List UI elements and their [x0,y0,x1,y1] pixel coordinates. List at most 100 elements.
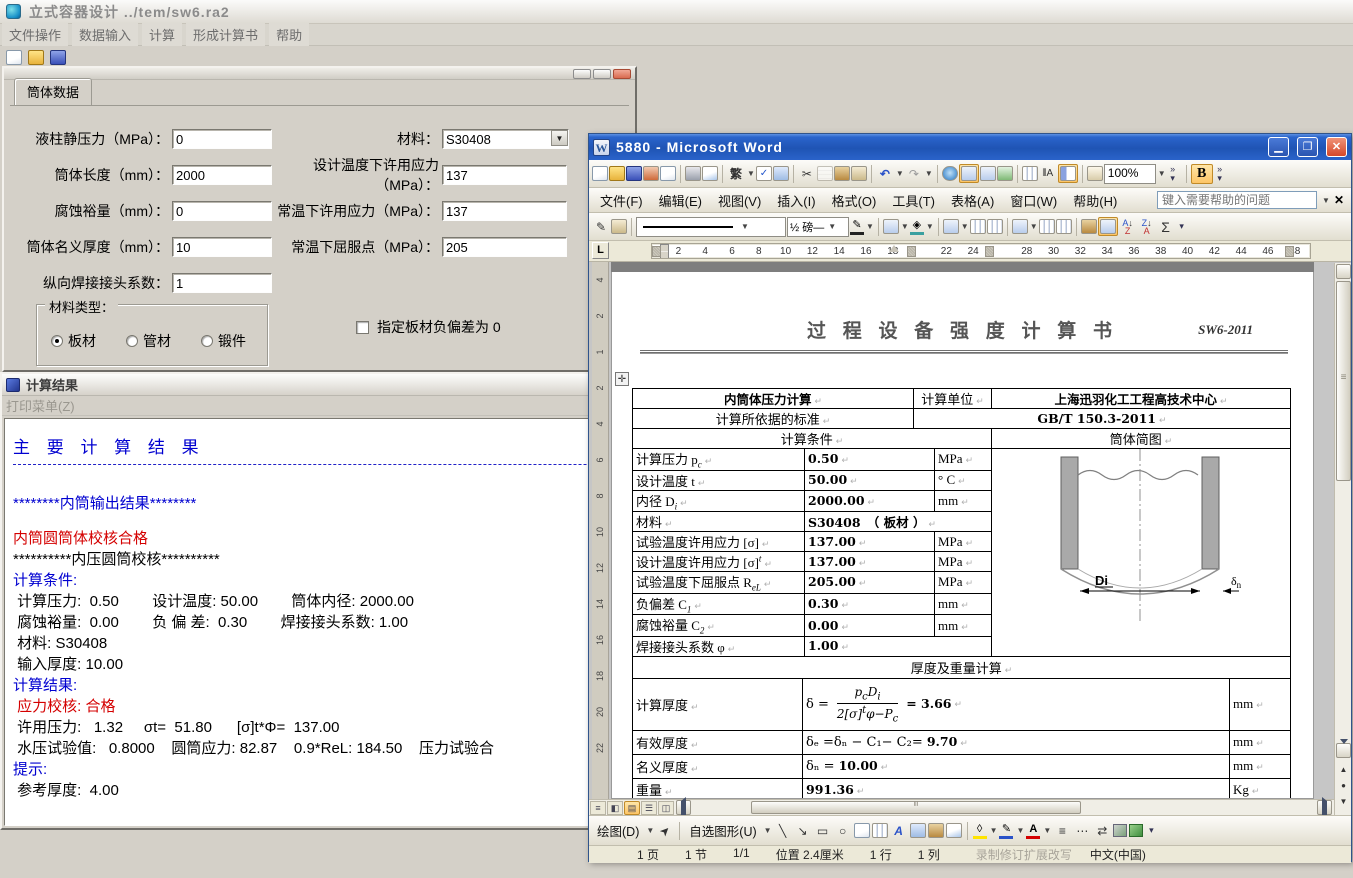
menu-item[interactable]: 帮助(H) [1065,188,1125,213]
arrow-icon[interactable]: ↘ [794,823,812,839]
menu-item[interactable]: 文件(F) [592,188,651,213]
toolbar-options-icon[interactable]: ▾ [1176,222,1188,231]
insert-table-icon[interactable] [980,166,996,181]
text-box-ic[interactable] [854,823,870,838]
menu-item[interactable]: 数据输入 [72,23,138,46]
close-button[interactable] [613,69,631,79]
line-icon[interactable]: ╲ [774,823,792,839]
draw-table-icon[interactable]: ✎ [592,219,610,235]
maximize-button[interactable] [593,69,611,79]
material-combobox[interactable]: ▼ [442,129,569,149]
weld-factor-input[interactable] [172,273,272,293]
menu-item[interactable]: 文件操作 [2,23,68,46]
toolbar-options-icon[interactable]: »▾ [1167,165,1179,183]
char-scaling-icon[interactable]: ⫴A [1039,166,1057,182]
line-style-icon[interactable]: ≡ [1053,823,1071,839]
border-color-icon[interactable]: ✎ [850,220,864,234]
status-toggle[interactable]: 改写 [1048,846,1072,863]
document-page[interactable]: 过 程 设 备 强 度 计 算 书 SW6-2011 ✛ 内筒体压力计算 计算单… [611,272,1314,799]
permission-icon[interactable] [643,166,659,181]
open-icon[interactable] [609,166,625,181]
save-icon[interactable] [626,166,642,181]
status-toggle[interactable]: 修订 [1000,846,1024,863]
menu-item[interactable]: 形成计算书 [186,23,265,46]
table-column-marker[interactable] [652,246,661,257]
toolbar-options-icon[interactable]: »▾ [1214,165,1226,183]
insert-excel-icon[interactable] [997,166,1013,181]
distribute-columns-icon[interactable] [1056,219,1072,234]
toolbar-options-icon[interactable]: ▾ [1145,826,1157,835]
print-preview-icon[interactable] [702,166,718,181]
chevron-down-icon[interactable]: ▼ [1322,196,1330,205]
browse-object-icon[interactable]: ● [1336,779,1351,793]
cylinder-length-input[interactable] [172,165,272,185]
scrollbar-thumb[interactable] [1336,281,1351,481]
shadow-style-icon[interactable] [1113,824,1127,837]
ambient-stress-input[interactable] [442,201,567,221]
menu-item[interactable]: 视图(V) [710,188,769,213]
table-move-handle[interactable]: ✛ [615,372,629,386]
status-toggle[interactable]: 扩展 [1024,846,1048,863]
menu-item[interactable]: 计算 [142,23,182,46]
deviation-checkbox[interactable] [356,321,369,334]
chevron-down-icon[interactable]: ▼ [551,130,568,146]
arrow-style-icon[interactable]: ⇄ [1093,823,1111,839]
dash-style-icon[interactable]: ⋯ [1073,823,1091,839]
help-search-input[interactable] [1157,191,1317,209]
previous-page-icon[interactable]: ▲ [1336,763,1351,777]
scroll-right-icon[interactable] [1317,800,1332,815]
outline-view-icon[interactable]: ☰ [641,801,657,815]
insert-picture-icon[interactable] [946,823,962,838]
insert-table-icon[interactable] [943,219,959,234]
table-column-marker[interactable] [985,246,994,257]
chinese-convert-button[interactable]: 繁 [727,166,745,182]
tab-cylinder-data[interactable]: 筒体数据 [14,78,92,105]
open-file-icon[interactable] [28,50,44,65]
print-layout-icon[interactable]: ▤ [624,801,640,815]
email-icon[interactable] [660,166,676,181]
menu-item[interactable]: 工具(T) [884,188,943,213]
draw-menu-button[interactable]: 绘图(D) [593,819,643,842]
rectangle-icon[interactable]: ▭ [814,823,832,839]
document-map-icon[interactable] [1058,164,1078,183]
static-pressure-input[interactable] [172,129,272,149]
restore-button[interactable]: ❐ [1297,137,1318,157]
tables-borders-icon[interactable] [959,164,979,183]
line-weight-combobox[interactable]: ½ 磅—▼ [787,217,849,237]
align-icon[interactable] [1012,219,1028,234]
chevron-down-icon[interactable]: ▼ [896,169,904,178]
bold-button[interactable]: B [1191,164,1213,184]
radio-dot[interactable] [201,335,213,347]
chevron-down-icon[interactable]: ▼ [747,169,755,178]
ruler-body[interactable]: 2468101214161822242830323436384042444648… [651,243,1311,259]
nominal-thickness-input[interactable] [172,237,272,257]
new-document-icon[interactable] [592,166,608,181]
material-value[interactable] [442,129,569,149]
radio-dot[interactable] [51,335,63,347]
radio-plate[interactable]: 板材 [51,331,96,351]
menu-item[interactable]: 表格(A) [943,188,1002,213]
menu-item[interactable]: 编辑(E) [651,188,710,213]
table-autoformat-icon[interactable] [1081,219,1097,234]
clipart-icon[interactable] [928,823,944,838]
sort-ascending-icon[interactable]: A↓Z [1119,219,1137,235]
hyperlink-icon[interactable] [942,166,958,181]
menu-item[interactable]: 格式(O) [824,188,885,213]
diagram-icon[interactable] [910,823,926,838]
research-icon[interactable] [773,166,789,181]
menu-item[interactable]: 窗口(W) [1002,188,1065,213]
radio-dot[interactable] [126,335,138,347]
font-color-icon[interactable]: A [1026,824,1040,838]
reading-view-icon[interactable]: ◫ [658,801,674,815]
copy-icon[interactable] [817,166,833,181]
line-color-icon[interactable]: ✎ [999,824,1013,838]
format-painter-icon[interactable] [851,166,867,181]
normal-view-icon[interactable]: ≡ [590,801,606,815]
radio-pipe[interactable]: 管材 [126,331,171,351]
scroll-up-icon[interactable] [1336,264,1351,279]
line-style-combobox[interactable]: ▼ [636,217,786,237]
close-menu-icon[interactable]: ✕ [1334,193,1344,207]
menu-item[interactable]: 帮助 [269,23,309,46]
zoom-combobox[interactable]: 100% [1104,164,1156,184]
outside-border-icon[interactable] [883,219,899,234]
